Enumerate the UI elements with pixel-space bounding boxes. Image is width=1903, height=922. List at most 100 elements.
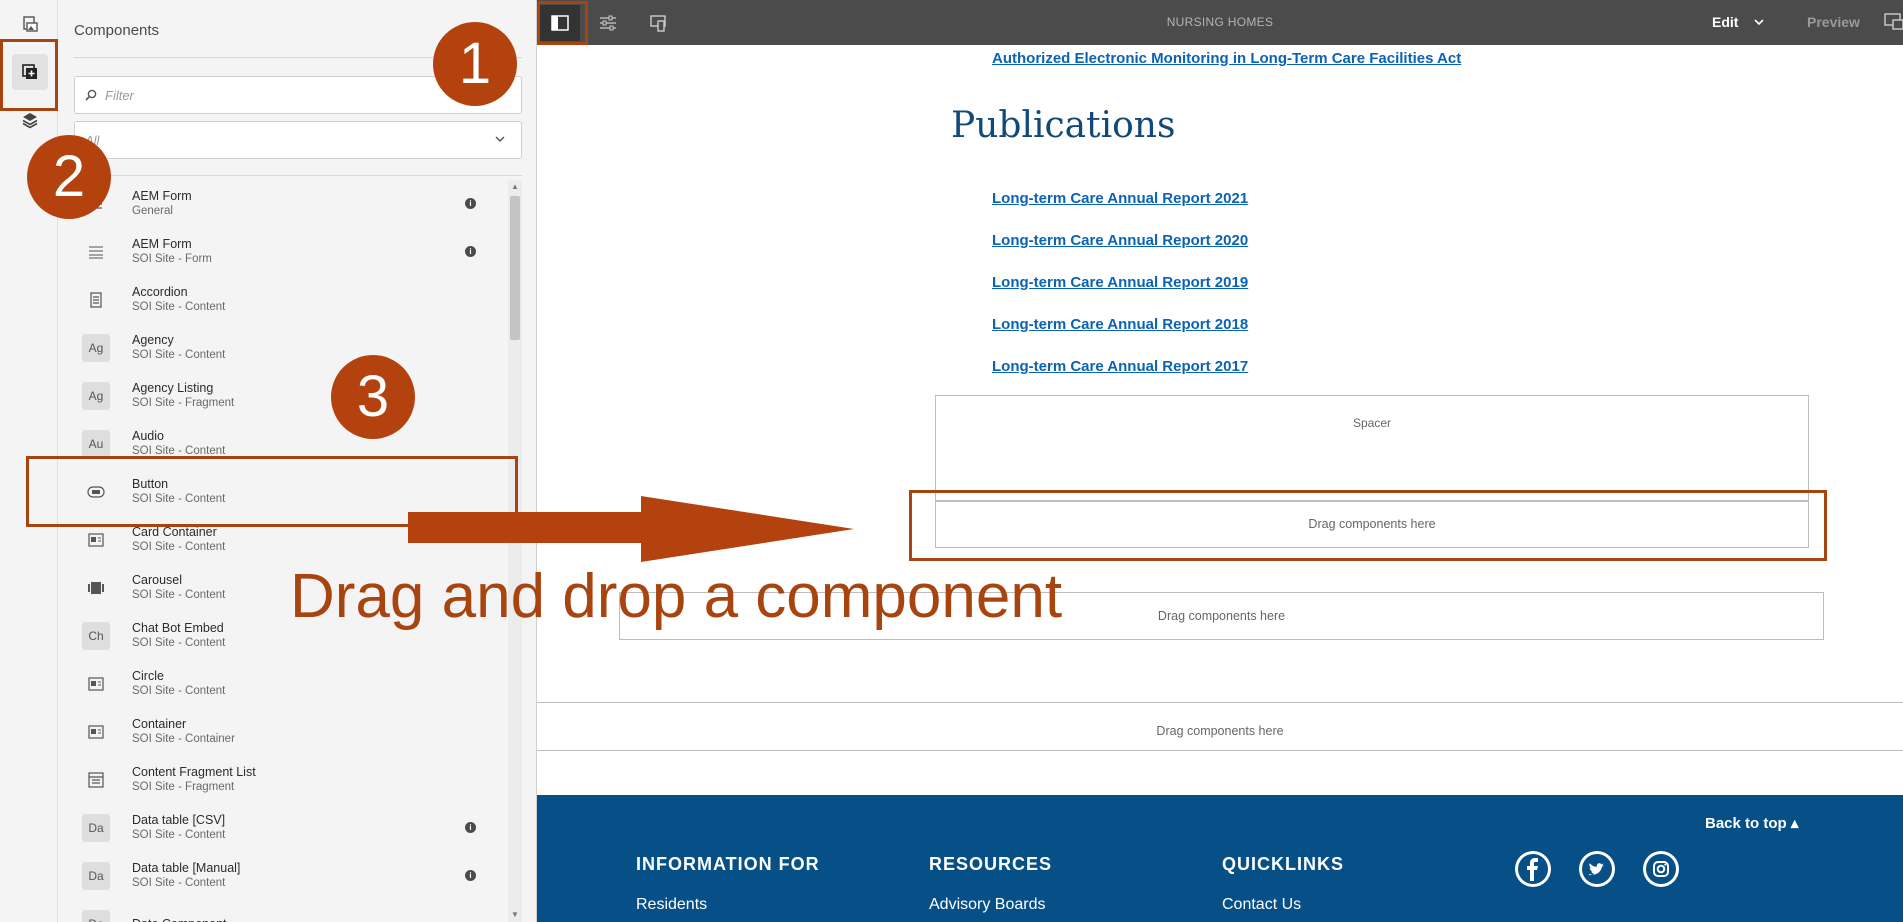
filter-input[interactable]: [105, 87, 485, 103]
component-list-item[interactable]: Accordion SOI Site - Content: [74, 276, 514, 324]
component-list-item[interactable]: AEM Form SOI Site - Form i: [74, 228, 514, 276]
chevron-down-icon: [495, 136, 505, 142]
drop-zone-label: Drag components here: [1157, 609, 1286, 623]
divider: [537, 702, 1903, 703]
annotation-highlight-components: [0, 39, 58, 111]
card-icon: [82, 526, 110, 554]
search-icon: [85, 89, 97, 101]
spacer-component[interactable]: Spacer: [935, 395, 1809, 502]
divider: [537, 750, 1903, 751]
component-list-item[interactable]: Ag Agency SOI Site - Content: [74, 324, 514, 372]
mode-select-edit[interactable]: Edit: [1712, 14, 1738, 30]
info-icon[interactable]: i: [465, 822, 476, 833]
screenshot-root: Components All AEM Form General i AEM Form S…: [0, 0, 1903, 922]
step-3-badge: 3: [331, 355, 415, 439]
component-abbrev-icon: Da: [82, 862, 110, 890]
back-to-top-link[interactable]: Back to top ▴: [1705, 814, 1798, 832]
annotate-icon[interactable]: [1884, 13, 1903, 31]
footer-link-advisory-boards[interactable]: Advisory Boards: [929, 896, 1046, 914]
accordion-icon: [82, 286, 110, 314]
footer-link-residents[interactable]: Residents: [636, 896, 707, 914]
info-icon[interactable]: i: [465, 870, 476, 881]
component-list-item[interactable]: Circle SOI Site - Content: [74, 660, 514, 708]
component-list-item[interactable]: Da Data table [CSV] SOI Site - Content i: [74, 804, 514, 852]
group-select[interactable]: All: [74, 121, 522, 159]
component-name: Agency: [132, 333, 174, 347]
component-group: SOI Site - Content: [132, 829, 226, 841]
twitter-icon[interactable]: [1579, 851, 1615, 887]
component-abbrev-icon: Au: [82, 430, 110, 458]
component-group: SOI Site - Content: [132, 637, 226, 649]
card-icon: [82, 670, 110, 698]
carousel-icon: [82, 574, 110, 602]
component-group: SOI Site - Fragment: [132, 781, 235, 793]
card-icon: [82, 718, 110, 746]
component-group: SOI Site - Content: [132, 877, 226, 889]
component-name: Content Fragment List: [132, 765, 256, 779]
component-name: Date Component: [132, 917, 227, 922]
scroll-down-icon[interactable]: ▼: [511, 910, 519, 919]
assets-icon[interactable]: [12, 6, 48, 42]
component-name: Carousel: [132, 573, 183, 587]
component-name: Card Container: [132, 525, 217, 539]
report-link[interactable]: Long-term Care Annual Report 2019: [992, 274, 1248, 291]
step-1-badge: 1: [433, 22, 517, 106]
chevron-down-icon[interactable]: [1753, 17, 1765, 27]
panel-title: Components: [74, 22, 160, 39]
report-link[interactable]: Long-term Care Annual Report 2021: [992, 190, 1248, 207]
report-link[interactable]: Long-term Care Annual Report 2020: [992, 232, 1248, 249]
component-group: SOI Site - Content: [132, 349, 226, 361]
component-abbrev-icon: Ch: [82, 622, 110, 650]
info-icon[interactable]: i: [465, 246, 476, 257]
publications-heading: Publications: [951, 105, 1176, 146]
facebook-icon[interactable]: [1515, 851, 1551, 887]
report-link[interactable]: Long-term Care Annual Report 2018: [992, 316, 1248, 333]
component-abbrev-icon: Da: [82, 814, 110, 842]
component-list-item[interactable]: AEM Form General i: [74, 180, 514, 228]
component-list-item[interactable]: Ag Agency Listing SOI Site - Fragment: [74, 372, 514, 420]
component-group: SOI Site - Content: [132, 301, 226, 313]
divider: [74, 175, 522, 176]
annotation-caption: Drag and drop a component: [290, 562, 1063, 631]
component-list-item[interactable]: Content Fragment List SOI Site - Fragment: [74, 756, 514, 804]
top-link[interactable]: Authorized Electronic Monitoring in Long…: [992, 50, 1461, 67]
component-list-item[interactable]: Da Data table [Manual] SOI Site - Content i: [74, 852, 514, 900]
drop-zone-label: Drag components here: [1156, 724, 1284, 738]
component-name: Container: [132, 717, 187, 731]
info-icon[interactable]: i: [465, 198, 476, 209]
report-link[interactable]: Long-term Care Annual Report 2017: [992, 358, 1248, 375]
component-group: SOI Site - Content: [132, 685, 226, 697]
component-name: Circle: [132, 669, 164, 683]
site-footer: Back to top ▴ INFORMATION FOR RESOURCES …: [537, 795, 1903, 922]
component-group: SOI Site - Content: [132, 589, 226, 601]
step-2-badge: 2: [27, 135, 111, 219]
instagram-icon[interactable]: [1643, 851, 1679, 887]
footer-link-contact-us[interactable]: Contact Us: [1222, 896, 1301, 914]
component-group: General: [132, 205, 173, 217]
preview-button[interactable]: Preview: [1807, 14, 1860, 30]
component-list-item[interactable]: Da Date Component: [74, 900, 514, 922]
footer-heading-quicklinks: QUICKLINKS: [1222, 854, 1344, 874]
component-name: Accordion: [132, 285, 188, 299]
component-list-item[interactable]: Container SOI Site - Container: [74, 708, 514, 756]
drag-arrow-icon: [408, 496, 854, 562]
component-name: AEM Form: [132, 237, 192, 251]
scrollbar-thumb[interactable]: [510, 196, 520, 340]
footer-heading-resources: RESOURCES: [929, 854, 1053, 874]
component-name: Chat Bot Embed: [132, 621, 224, 635]
component-group: SOI Site - Content: [132, 541, 226, 553]
page-canvas: Authorized Electronic Monitoring in Long…: [537, 45, 1903, 922]
spacer-label: Spacer: [1352, 416, 1392, 430]
component-group: SOI Site - Form: [132, 253, 212, 265]
footer-heading-information: INFORMATION FOR: [636, 854, 820, 874]
annotation-highlight-drop-target: [909, 490, 1827, 561]
scroll-up-icon[interactable]: ▲: [511, 182, 519, 191]
drop-zone[interactable]: Drag components here: [537, 719, 1903, 743]
component-name: Data table [CSV]: [132, 813, 226, 827]
component-abbrev-icon: Da: [82, 910, 110, 922]
component-name: AEM Form: [132, 189, 192, 203]
component-group: SOI Site - Container: [132, 733, 235, 745]
component-name: Agency Listing: [132, 381, 214, 395]
fragment-list-icon: [82, 766, 110, 794]
component-name: Audio: [132, 429, 164, 443]
